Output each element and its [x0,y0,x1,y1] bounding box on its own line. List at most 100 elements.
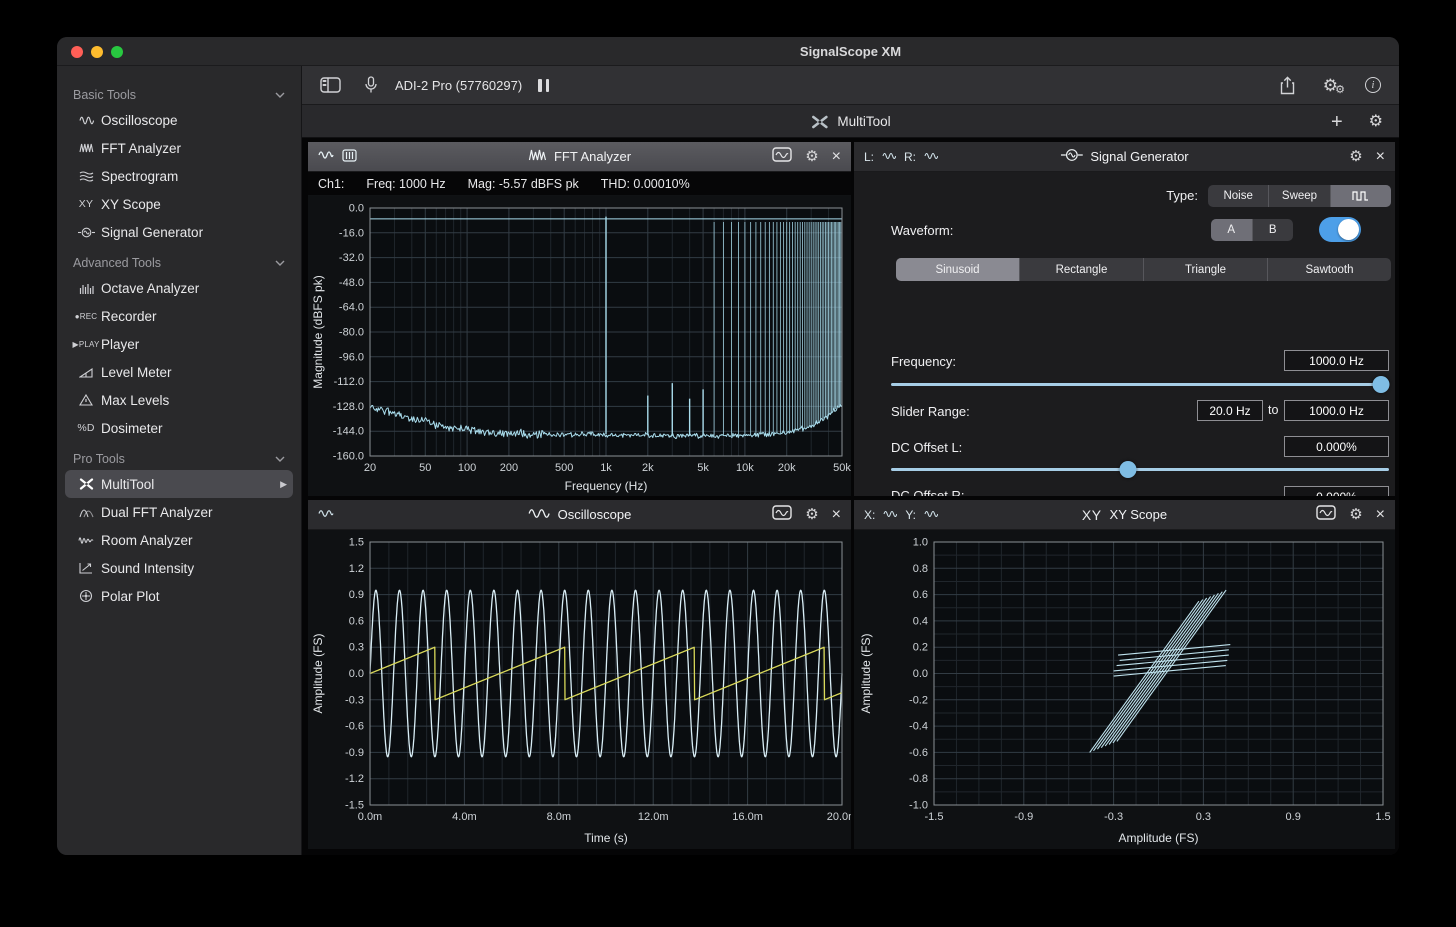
type-option-waveform[interactable] [1330,185,1391,207]
range-to-field[interactable]: 1000.0 Hz [1284,400,1389,421]
disclosure-arrow-icon[interactable]: ▶ [280,479,287,490]
multitool-icon [71,478,101,490]
minimize-window-button[interactable] [91,46,103,58]
microphone-icon[interactable] [365,76,377,94]
svg-text:-144.0: -144.0 [333,426,364,438]
y-waveform-thumb-icon[interactable] [924,508,938,522]
sidebar-item-polar-plot[interactable]: Polar Plot [65,582,293,610]
add-tool-button[interactable]: + [1331,112,1343,132]
xy-chart[interactable]: -1.5-0.9-0.30.30.91.51.00.80.60.40.20.0-… [854,530,1395,849]
gear-icon[interactable]: ⚙ [1349,507,1362,522]
close-window-button[interactable] [71,46,83,58]
gear-icon[interactable]: ⚙ [805,149,818,164]
sidebar-item-xy-scope[interactable]: XY XY Scope [65,190,293,218]
close-icon[interactable]: × [832,507,841,523]
sidebar-item-room-analyzer[interactable]: Room Analyzer [65,526,293,554]
frequency-slider[interactable] [891,376,1389,393]
dc-offset-l-slider[interactable] [891,461,1389,478]
channel-a-option[interactable]: A [1211,219,1252,241]
dc-offset-r-field[interactable]: 0.000% [1284,486,1389,496]
waveform-option-triangle[interactable]: Triangle [1143,258,1267,281]
frequency-value-field[interactable]: 1000.0 Hz [1284,350,1389,371]
svg-text:8.0m: 8.0m [547,811,571,823]
channel-b-option[interactable]: B [1252,219,1294,241]
oscilloscope-header[interactable]: Oscilloscope ⚙ × [308,500,851,530]
svg-text:Magnitude (dBFS pk): Magnitude (dBFS pk) [311,275,325,388]
slider-range-label: Slider Range: [891,404,970,419]
type-option-sweep[interactable]: Sweep [1268,185,1329,207]
fft-analyzer-panel: FFT Analyzer ⚙ × Ch1: Freq: 1000 Hz Mag:… [308,142,851,496]
svg-text:0.0: 0.0 [349,668,364,680]
slider-track[interactable] [891,468,1389,471]
sidebar-item-dual-fft-analyzer[interactable]: Dual FFT Analyzer [65,498,293,526]
sidebar-item-max-levels[interactable]: Max Levels [65,386,293,414]
xy-scope-header[interactable]: X: Y: XY XY Scope ⚙ × [854,500,1395,530]
settings-gears-icon[interactable]: ⚙⚙ [1323,77,1338,94]
type-option-noise[interactable]: Noise [1208,185,1268,207]
svg-text:Frequency (Hz): Frequency (Hz) [565,479,648,493]
sidebar-item-multitool[interactable]: MultiTool ▶ [65,470,293,498]
sidebar-item-signal-generator[interactable]: Signal Generator [65,218,293,246]
toggle-sidebar-icon[interactable] [320,77,341,93]
waveform-thumb-icon[interactable] [318,149,334,164]
chevron-down-icon [275,92,285,98]
svg-text:16.0m: 16.0m [732,811,763,823]
info-icon[interactable]: i [1365,77,1381,93]
fft-chart[interactable]: 20501002005001k2k5k10k20k50k0.0-16.0-32.… [308,196,851,496]
sidebar-item-label: Octave Analyzer [101,281,199,296]
svg-text:-0.8: -0.8 [909,773,928,785]
gear-icon[interactable]: ⚙ [1369,114,1383,130]
sidebar-section-pro-tools[interactable]: Pro Tools [57,442,301,470]
sidebar-item-player[interactable]: ▶PLAY Player [65,330,293,358]
oscilloscope-chart[interactable]: 0.0m4.0m8.0m12.0m16.0m20.0m1.51.20.90.60… [308,530,851,849]
fft-panel-title: FFT Analyzer [554,149,631,164]
fft-peaks-icon [71,143,101,153]
sidebar-item-level-meter[interactable]: Level Meter [65,358,293,386]
slider-knob[interactable] [1373,376,1390,393]
gear-icon[interactable]: ⚙ [805,507,818,522]
close-icon[interactable]: × [1376,507,1385,523]
slider-track[interactable] [891,383,1389,386]
waveform-option-sinusoid[interactable]: Sinusoid [896,258,1019,281]
chart-style-icon[interactable] [772,147,792,167]
right-waveform-thumb-icon[interactable] [924,150,938,164]
fft-panel-header[interactable]: FFT Analyzer ⚙ × [308,142,851,172]
svg-text:0.2: 0.2 [913,642,928,654]
range-from-field[interactable]: 20.0 Hz [1197,400,1263,421]
chart-style-icon[interactable] [1316,505,1336,525]
svg-text:0.0: 0.0 [349,203,364,215]
sidebar-item-fft-analyzer[interactable]: FFT Analyzer [65,134,293,162]
sidebar-item-label: Signal Generator [101,225,203,240]
slider-knob[interactable] [1120,461,1137,478]
x-waveform-thumb-icon[interactable] [883,508,897,522]
waveform-thumb-icon[interactable] [318,508,334,522]
sidebar-item-octave-analyzer[interactable]: Octave Analyzer [65,274,293,302]
gear-icon[interactable]: ⚙ [1349,149,1362,164]
zoom-window-button[interactable] [111,46,123,58]
close-icon[interactable]: × [1376,149,1385,165]
left-waveform-thumb-icon[interactable] [882,150,896,164]
sidebar-item-oscilloscope[interactable]: Oscilloscope [65,106,293,134]
dc-offset-l-field[interactable]: 0.000% [1284,436,1389,457]
generator-enable-toggle[interactable] [1319,217,1361,242]
share-icon[interactable] [1279,76,1296,95]
signal-generator-header[interactable]: L: R: Signal Generator ⚙ × [854,142,1395,172]
pause-button[interactable] [538,79,549,92]
waveform-option-rectangle[interactable]: Rectangle [1019,258,1143,281]
frequency-label: Frequency: [891,354,956,369]
sidebar-section-advanced-tools[interactable]: Advanced Tools [57,246,301,274]
multitool-bar-title-group[interactable]: MultiTool [810,105,890,138]
device-name[interactable]: ADI-2 Pro (57760297) [395,78,522,93]
sidebar-item-dosimeter[interactable]: %D Dosimeter [65,414,293,442]
close-icon[interactable]: × [832,149,841,165]
sidebar-item-sound-intensity[interactable]: Sound Intensity [65,554,293,582]
dual-fft-icon [71,507,101,518]
sidebar-section-basic-tools[interactable]: Basic Tools [57,78,301,106]
sidebar-item-spectrogram[interactable]: Spectrogram [65,162,293,190]
chart-style-icon[interactable] [772,505,792,525]
waveform-option-sawtooth[interactable]: Sawtooth [1267,258,1391,281]
svg-text:0.9: 0.9 [349,589,364,601]
svg-text:0.0: 0.0 [913,668,928,680]
spectrogram-thumb-icon[interactable] [342,149,357,165]
sidebar-item-recorder[interactable]: ●REC Recorder [65,302,293,330]
